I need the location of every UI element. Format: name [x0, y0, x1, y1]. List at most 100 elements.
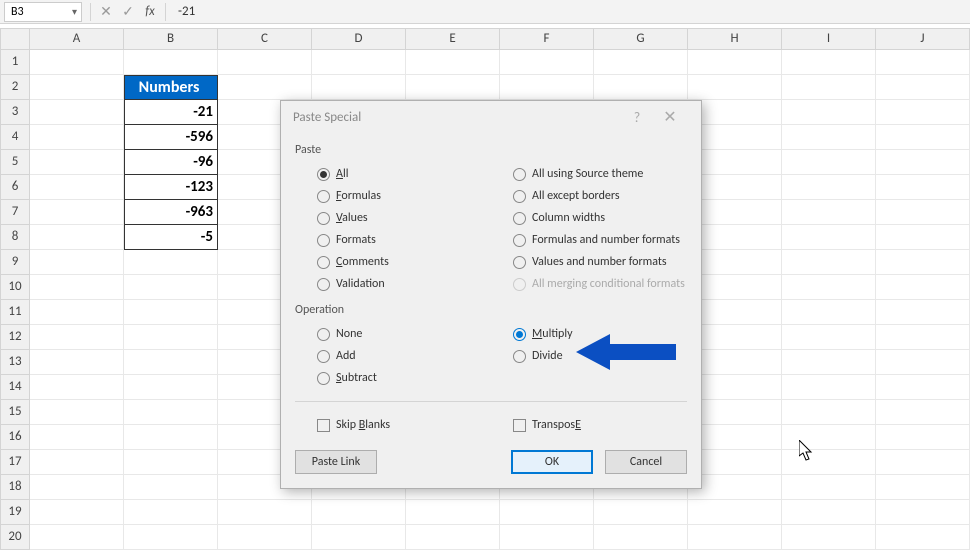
paste-option[interactable]: Values: [317, 209, 491, 227]
row-header[interactable]: 15: [0, 400, 30, 425]
formula-input[interactable]: -21: [170, 4, 195, 19]
cell[interactable]: [688, 425, 782, 450]
cell[interactable]: [688, 125, 782, 150]
cell[interactable]: [688, 400, 782, 425]
cell[interactable]: [30, 525, 124, 550]
cell[interactable]: [30, 225, 124, 250]
cell[interactable]: [876, 400, 970, 425]
cell[interactable]: -96: [124, 150, 218, 175]
cell[interactable]: [688, 200, 782, 225]
cell[interactable]: [500, 525, 594, 550]
cell[interactable]: [124, 525, 218, 550]
fx-icon[interactable]: fx: [139, 4, 161, 19]
cell[interactable]: [594, 525, 688, 550]
cell[interactable]: -596: [124, 125, 218, 150]
cell[interactable]: [688, 150, 782, 175]
cell[interactable]: [782, 175, 876, 200]
cell[interactable]: [30, 375, 124, 400]
cell[interactable]: [30, 400, 124, 425]
column-header[interactable]: C: [218, 28, 312, 50]
cell[interactable]: [500, 500, 594, 525]
cell[interactable]: [876, 275, 970, 300]
cell[interactable]: [406, 500, 500, 525]
cell[interactable]: [30, 350, 124, 375]
row-header[interactable]: 2: [0, 75, 30, 100]
cell[interactable]: [876, 250, 970, 275]
cell[interactable]: [688, 450, 782, 475]
cell[interactable]: [124, 50, 218, 75]
row-header[interactable]: 7: [0, 200, 30, 225]
cell[interactable]: [406, 50, 500, 75]
cell[interactable]: [124, 250, 218, 275]
cell[interactable]: [124, 500, 218, 525]
ok-button[interactable]: OK: [511, 450, 593, 474]
cell[interactable]: [782, 525, 876, 550]
cell[interactable]: [876, 125, 970, 150]
dialog-titlebar[interactable]: Paste Special ? ✕: [281, 101, 701, 133]
paste-option[interactable]: Values and number formats: [513, 253, 687, 271]
cell[interactable]: [876, 75, 970, 100]
cell[interactable]: [30, 250, 124, 275]
cancel-button[interactable]: Cancel: [605, 450, 687, 474]
cell[interactable]: [876, 200, 970, 225]
cell[interactable]: -123: [124, 175, 218, 200]
row-header[interactable]: 8: [0, 225, 30, 250]
cell[interactable]: [124, 425, 218, 450]
cell[interactable]: [124, 400, 218, 425]
cell[interactable]: [30, 275, 124, 300]
cell[interactable]: [688, 100, 782, 125]
row-header[interactable]: 10: [0, 275, 30, 300]
cell[interactable]: [782, 75, 876, 100]
cell[interactable]: [782, 275, 876, 300]
cell[interactable]: [876, 225, 970, 250]
cell[interactable]: [688, 350, 782, 375]
select-all-corner[interactable]: [0, 28, 30, 50]
paste-link-button[interactable]: Paste Link: [295, 450, 377, 474]
cell[interactable]: [30, 325, 124, 350]
cell[interactable]: -963: [124, 200, 218, 225]
row-header[interactable]: 11: [0, 300, 30, 325]
cell[interactable]: [688, 525, 782, 550]
cell[interactable]: [782, 150, 876, 175]
column-header[interactable]: I: [782, 28, 876, 50]
cell[interactable]: [124, 300, 218, 325]
paste-option[interactable]: All: [317, 165, 491, 183]
cell[interactable]: [782, 300, 876, 325]
cell[interactable]: [876, 150, 970, 175]
help-button[interactable]: ?: [623, 109, 651, 126]
column-header[interactable]: H: [688, 28, 782, 50]
cell[interactable]: [500, 75, 594, 100]
column-header[interactable]: B: [124, 28, 218, 50]
cell[interactable]: [876, 425, 970, 450]
row-header[interactable]: 6: [0, 175, 30, 200]
cell[interactable]: [782, 375, 876, 400]
paste-option[interactable]: All using Source theme: [513, 165, 687, 183]
cell[interactable]: [594, 75, 688, 100]
cell[interactable]: [30, 450, 124, 475]
paste-option[interactable]: Validation: [317, 275, 491, 293]
name-box[interactable]: B3: [4, 2, 82, 22]
row-header[interactable]: 4: [0, 125, 30, 150]
cell[interactable]: [124, 350, 218, 375]
column-header[interactable]: F: [500, 28, 594, 50]
cell[interactable]: [876, 375, 970, 400]
paste-option[interactable]: All except borders: [513, 187, 687, 205]
cell[interactable]: [782, 225, 876, 250]
paste-option[interactable]: Column widths: [513, 209, 687, 227]
close-button[interactable]: ✕: [651, 107, 689, 127]
cell[interactable]: [30, 125, 124, 150]
cell[interactable]: [876, 300, 970, 325]
cell[interactable]: [688, 175, 782, 200]
skip-blanks-checkbox[interactable]: Skip Blanks: [317, 416, 491, 434]
cell[interactable]: [312, 50, 406, 75]
row-header[interactable]: 3: [0, 100, 30, 125]
cell[interactable]: [876, 450, 970, 475]
cell[interactable]: [876, 350, 970, 375]
column-header[interactable]: A: [30, 28, 124, 50]
cell[interactable]: [876, 500, 970, 525]
row-header[interactable]: 13: [0, 350, 30, 375]
cell[interactable]: [406, 525, 500, 550]
cell[interactable]: [124, 450, 218, 475]
cell[interactable]: [876, 475, 970, 500]
cell[interactable]: [30, 425, 124, 450]
